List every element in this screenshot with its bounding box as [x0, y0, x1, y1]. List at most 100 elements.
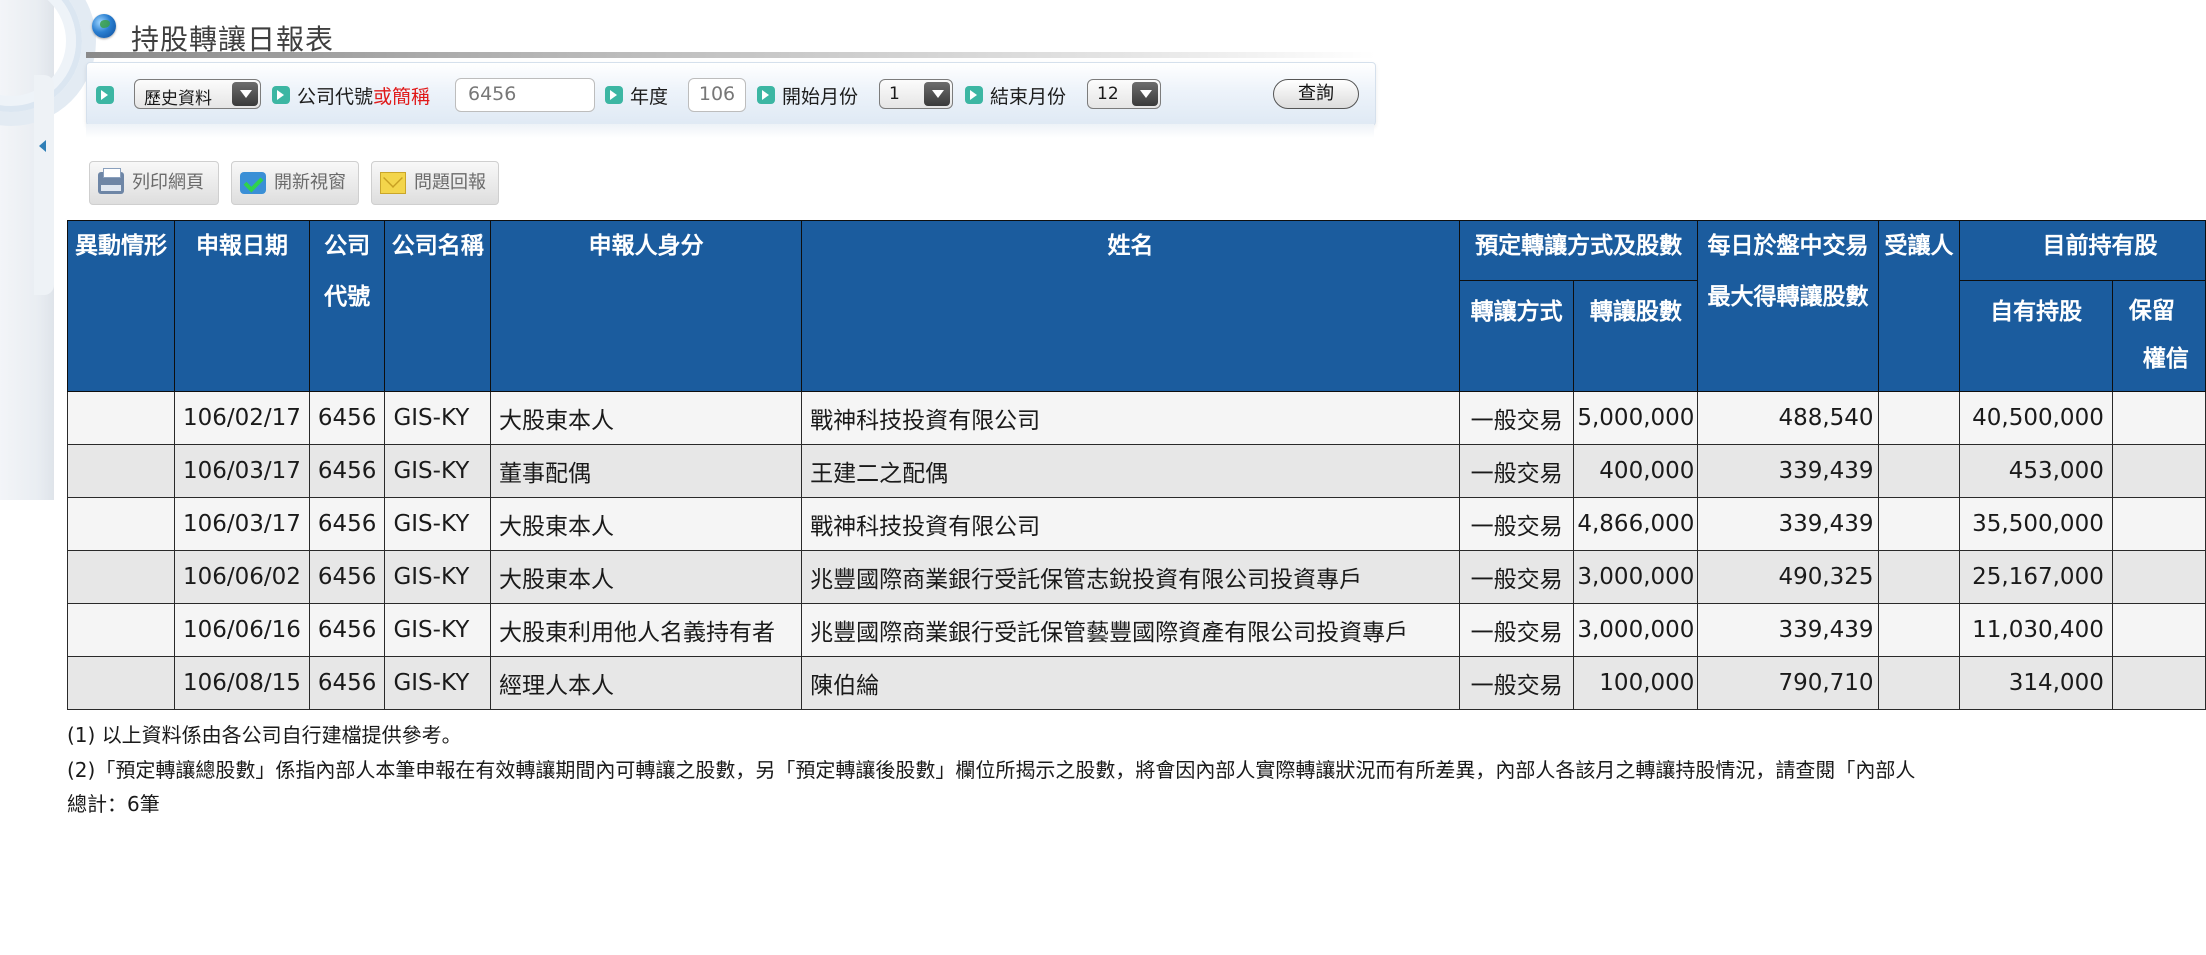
- cell-change: [67, 550, 175, 604]
- cell-reserved: [2111, 497, 2206, 551]
- end-month-label: 結束月份: [990, 86, 1067, 108]
- header-daily-line1: 每日於盤中交易: [1707, 233, 1869, 259]
- cell-transferee: [1877, 656, 1961, 710]
- cell-code: 6456: [308, 391, 386, 445]
- year-input[interactable]: 106: [688, 78, 746, 112]
- search-bar-shadow: [86, 124, 1374, 138]
- cell-own-holding: 40,500,000: [1959, 391, 2113, 445]
- header-planned-transfer: 預定轉讓方式及股數: [1458, 220, 1699, 281]
- cell-date: 106/06/16: [173, 603, 310, 657]
- cell-transferee: [1877, 550, 1961, 604]
- cell-date: 106/02/17: [173, 391, 310, 445]
- header-identity: 申報人身分: [490, 220, 803, 392]
- cell-date: 106/03/17: [173, 444, 310, 498]
- header-change: 異動情形: [67, 220, 175, 392]
- header-company-code: 公司 代號: [308, 220, 386, 392]
- cell-reserved: [2111, 444, 2206, 498]
- dropdown-arrow-icon[interactable]: [924, 82, 950, 106]
- collapse-arrow-icon[interactable]: [39, 140, 46, 152]
- query-button[interactable]: 查詢: [1273, 79, 1359, 109]
- header-transferee: 受讓人: [1877, 220, 1961, 392]
- cell-identity: 董事配偶: [490, 444, 803, 498]
- header-own-holding: 自有持股: [1959, 280, 2113, 392]
- company-code-input[interactable]: 6456: [455, 78, 595, 112]
- header-date: 申報日期: [173, 220, 310, 392]
- cell-reserved: [2111, 391, 2206, 445]
- cell-shares: 5,000,000: [1573, 391, 1699, 445]
- cell-reserved: [2111, 550, 2206, 604]
- table-row: 106/06/16 6456 GIS-KY 大股東利用他人名義持有者 兆豐國際商…: [67, 603, 2206, 657]
- bullet-arrow-icon: [757, 86, 775, 104]
- bullet-arrow-icon: [965, 86, 983, 104]
- table-row: 106/03/17 6456 GIS-KY 大股東本人 戰神科技投資有限公司 一…: [67, 497, 2206, 551]
- cell-company: GIS-KY: [384, 656, 492, 710]
- cell-company: GIS-KY: [384, 391, 492, 445]
- cell-own-holding: 11,030,400: [1959, 603, 2113, 657]
- cell-own-holding: 314,000: [1959, 656, 2113, 710]
- cell-name: 王建二之配偶: [801, 444, 1460, 498]
- header-current-holding: 目前持有股: [1959, 220, 2206, 281]
- cell-name: 戰神科技投資有限公司: [801, 391, 1460, 445]
- cell-code: 6456: [308, 656, 386, 710]
- company-label: 公司代號或簡稱: [297, 82, 430, 109]
- header-daily-line2: 最大得轉讓股數: [1707, 284, 1869, 310]
- header-shares: 轉讓股數: [1573, 280, 1699, 392]
- cell-shares: 4,866,000: [1573, 497, 1699, 551]
- cell-name: 兆豐國際商業銀行受託保管志銳投資有限公司投資專戶: [801, 550, 1460, 604]
- bullet-arrow-icon: [605, 86, 623, 104]
- cell-shares: 3,000,000: [1573, 550, 1699, 604]
- cell-daily-max: 339,439: [1697, 603, 1879, 657]
- cell-change: [67, 603, 175, 657]
- bullet-arrow-icon: [96, 86, 114, 104]
- dropdown-arrow-icon[interactable]: [1132, 82, 1158, 106]
- start-month-label: 開始月份: [782, 86, 859, 108]
- report-issue-label: 問題回報: [414, 172, 486, 193]
- mode-select[interactable]: 歷史資料: [134, 79, 261, 109]
- cell-transferee: [1877, 444, 1961, 498]
- header-daily-max: 每日於盤中交易 最大得轉讓股數: [1697, 220, 1879, 392]
- cell-name: 兆豐國際商業銀行受託保管藝豐國際資產有限公司投資專戶: [801, 603, 1460, 657]
- end-month-select[interactable]: 12: [1087, 79, 1161, 109]
- cell-daily-max: 339,439: [1697, 444, 1879, 498]
- cell-transferee: [1877, 391, 1961, 445]
- cell-shares: 400,000: [1573, 444, 1699, 498]
- left-side-decoration: [0, 0, 82, 500]
- new-window-button[interactable]: 開新視窗: [231, 161, 359, 205]
- dropdown-arrow-icon[interactable]: [232, 82, 258, 106]
- cell-code: 6456: [308, 550, 386, 604]
- envelope-icon: [380, 172, 406, 194]
- cell-name: 陳伯綸: [801, 656, 1460, 710]
- print-page-button[interactable]: 列印網頁: [89, 161, 219, 205]
- cell-code: 6456: [308, 444, 386, 498]
- header-reserved-line1: 保留: [2128, 298, 2175, 324]
- cell-identity: 經理人本人: [490, 656, 803, 710]
- header-code-line1: 公司: [324, 233, 371, 259]
- cell-date: 106/08/15: [173, 656, 310, 710]
- report-issue-button[interactable]: 問題回報: [371, 161, 499, 205]
- cell-change: [67, 497, 175, 551]
- cell-daily-max: 339,439: [1697, 497, 1879, 551]
- table-row: 106/02/17 6456 GIS-KY 大股東本人 戰神科技投資有限公司 一…: [67, 391, 2206, 445]
- cell-transferee: [1877, 497, 1961, 551]
- start-month-select[interactable]: 1: [879, 79, 953, 109]
- footnote-2: (2)「預定轉讓總股數」係指內部人本筆申報在有效轉讓期間內可轉讓之股數，另「預定…: [67, 758, 1916, 782]
- title-underline: [86, 52, 1376, 58]
- cell-transferee: [1877, 603, 1961, 657]
- title-area: 持股轉讓日報表: [86, 10, 1376, 58]
- cell-change: [67, 656, 175, 710]
- cell-reserved: [2111, 656, 2206, 710]
- start-month-value: 1: [889, 84, 900, 104]
- mode-select-value: 歷史資料: [144, 89, 212, 109]
- footnote-1: (1) 以上資料係由各公司自行建檔提供參考。: [67, 723, 462, 747]
- cell-company: GIS-KY: [384, 550, 492, 604]
- bullet-arrow-icon: [272, 86, 290, 104]
- sidebar-collapse-handle[interactable]: [34, 75, 54, 295]
- cell-identity: 大股東本人: [490, 391, 803, 445]
- end-month-value: 12: [1097, 84, 1119, 104]
- cell-method: 一般交易: [1458, 497, 1575, 551]
- cell-method: 一般交易: [1458, 444, 1575, 498]
- table-row: 106/06/02 6456 GIS-KY 大股東本人 兆豐國際商業銀行受託保管…: [67, 550, 2206, 604]
- globe-icon: [92, 14, 116, 38]
- year-label: 年度: [630, 86, 669, 108]
- cell-method: 一般交易: [1458, 656, 1575, 710]
